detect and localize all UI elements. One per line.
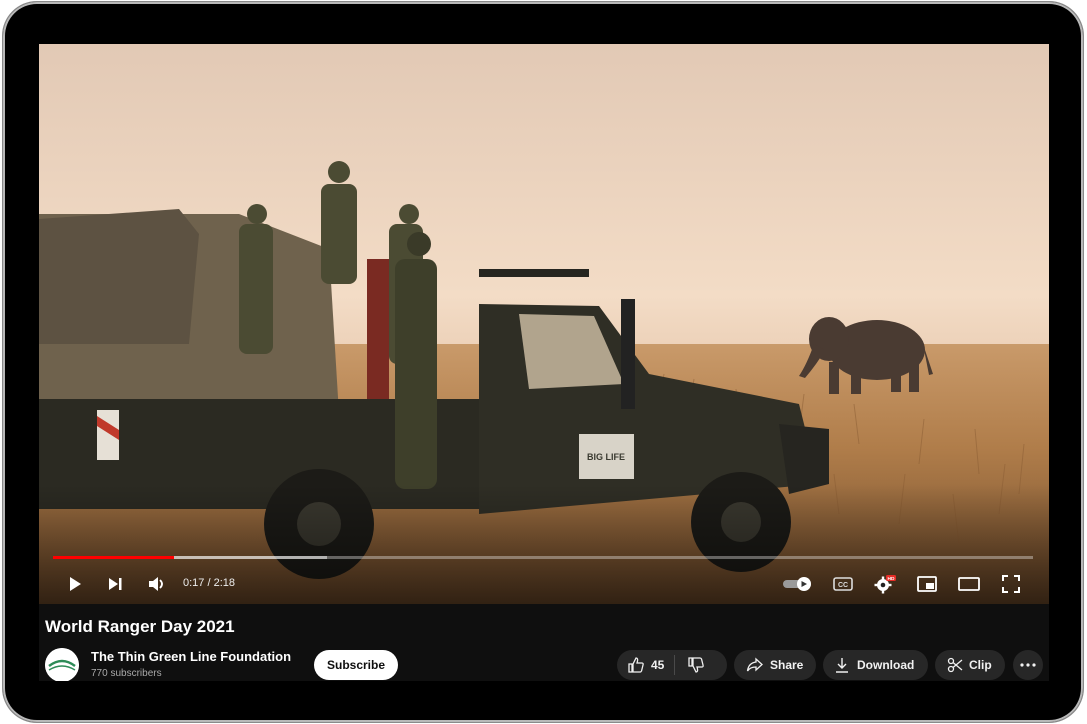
like-dislike-group: 45 [617,650,727,680]
more-icon [1020,663,1036,667]
miniplayer-icon [917,576,937,592]
svg-text:CC: CC [838,582,848,589]
youtube-screen: BIG LIFE 0:17 / 2:18 CC HD World Ranger … [39,44,1049,681]
progress-bar[interactable] [53,556,1033,559]
next-button[interactable] [101,570,129,598]
clip-button[interactable]: Clip [935,650,1005,680]
autoplay-toggle-icon [783,577,811,591]
video-title: World Ranger Day 2021 [45,617,235,636]
svg-text:HD: HD [888,576,895,582]
truck-sign: BIG LIFE [587,452,625,462]
gear-icon: HD [874,575,896,594]
video-player[interactable]: BIG LIFE 0:17 / 2:18 CC HD [39,44,1049,604]
channel-name[interactable]: The Thin Green Line Foundation [91,649,291,664]
laptop-frame: BIG LIFE 0:17 / 2:18 CC HD World Ranger … [3,2,1083,722]
clip-label: Clip [969,658,992,672]
settings-button[interactable]: HD [871,570,899,598]
time-display: 0:17 / 2:18 [183,577,235,589]
more-actions-button[interactable] [1013,650,1043,680]
play-icon [70,577,81,591]
dislike-button[interactable] [675,656,705,674]
theater-icon [958,577,980,591]
captions-icon: CC [833,577,853,591]
play-button[interactable] [61,570,89,598]
like-button[interactable]: 45 [627,655,676,675]
download-button[interactable]: Download [823,650,928,680]
thumbs-up-icon [628,657,644,673]
volume-icon [149,577,163,591]
skip-next-icon [109,578,122,590]
share-icon [746,657,763,672]
share-button[interactable]: Share [734,650,816,680]
miniplayer-button[interactable] [913,570,941,598]
like-count: 45 [651,658,665,672]
subscriber-count: 770 subscribers [91,668,162,679]
theater-mode-button[interactable] [955,570,983,598]
scissors-icon [947,657,963,673]
volume-button[interactable] [143,570,171,598]
subscribe-button[interactable]: Subscribe [314,650,398,680]
video-frame: BIG LIFE [39,44,1049,604]
channel-logo-icon [45,648,79,681]
played-indicator [53,556,174,559]
channel-avatar[interactable] [45,648,79,681]
captions-button[interactable]: CC [829,570,857,598]
share-label: Share [770,658,804,672]
fullscreen-button[interactable] [997,570,1025,598]
player-controls: 0:17 / 2:18 CC HD [39,566,1049,602]
download-icon [836,658,848,673]
autoplay-toggle[interactable] [781,570,817,598]
fullscreen-icon [1002,575,1020,593]
download-label: Download [857,658,915,672]
thumbs-down-icon [688,657,705,673]
